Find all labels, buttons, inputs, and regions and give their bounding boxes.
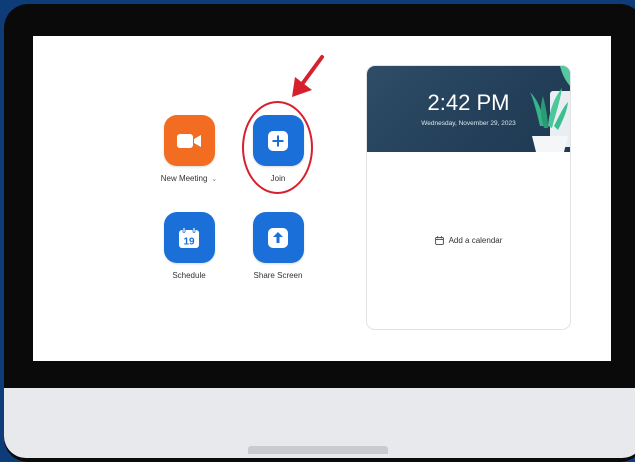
- calendar-card-header: 2:42 PM Wednesday, November 29, 2023: [367, 66, 570, 152]
- calendar-icon: 19: [179, 226, 199, 248]
- share-screen-button[interactable]: [252, 212, 304, 263]
- zoom-home-screen: New Meeting ⌄ Join 19 Schedule Share Scr…: [33, 36, 611, 361]
- current-date: Wednesday, November 29, 2023: [421, 120, 516, 127]
- new-meeting-button[interactable]: [163, 115, 215, 166]
- chevron-down-icon[interactable]: ⌄: [211, 176, 217, 183]
- annotation-arrow-icon: [292, 55, 324, 97]
- arrow-up-icon: [268, 227, 288, 248]
- share-screen-tile: Share Screen: [223, 212, 333, 280]
- add-calendar-link[interactable]: Add a calendar: [367, 236, 570, 246]
- calendar-card: 2:42 PM Wednesday, November 29, 2023 Add…: [366, 65, 571, 330]
- highlight-circle: [242, 101, 313, 194]
- calendar-day: 19: [183, 236, 195, 247]
- schedule-button[interactable]: 19: [163, 212, 215, 263]
- video-camera-icon: [177, 133, 201, 148]
- current-time: 2:42 PM: [427, 90, 510, 115]
- add-calendar-label: Add a calendar: [448, 236, 503, 245]
- calendar-add-icon: [434, 236, 444, 246]
- monitor-stand: [248, 446, 388, 454]
- share-screen-label: Share Screen: [253, 271, 303, 280]
